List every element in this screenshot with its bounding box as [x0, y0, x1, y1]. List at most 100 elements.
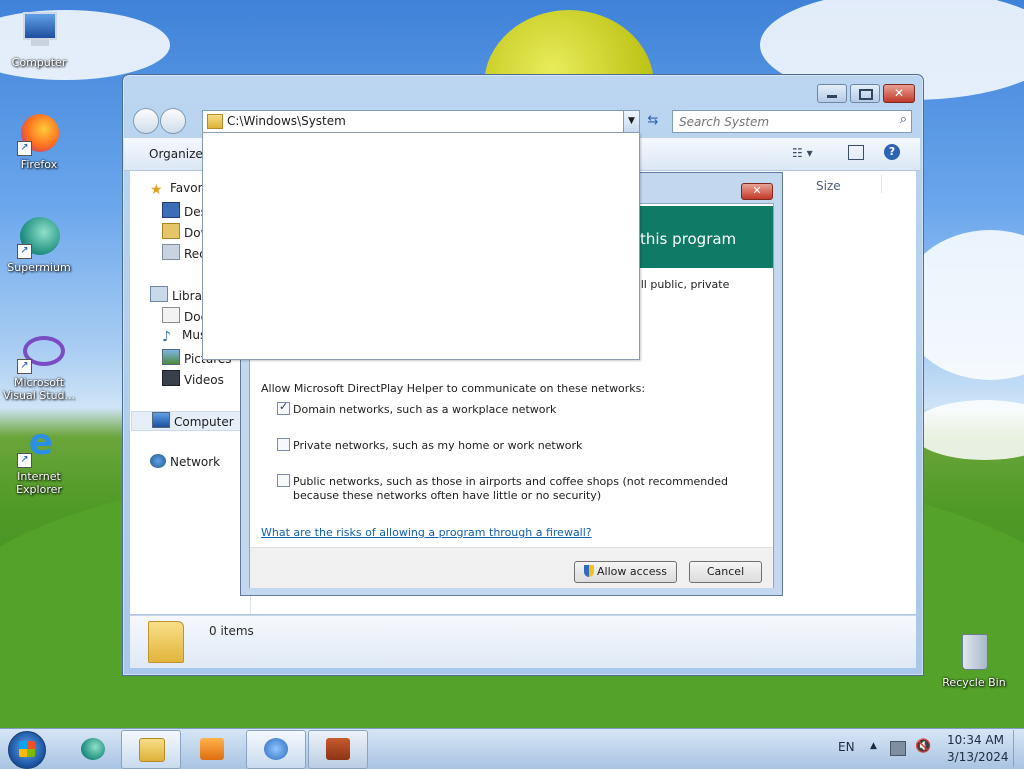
show-desktop-button[interactable] [1013, 730, 1024, 767]
libraries-icon [150, 286, 168, 302]
shortcut-arrow-icon: ↗ [17, 244, 32, 259]
desktop-icon-label: Recycle Bin [942, 676, 1006, 689]
desktop-icon-label: Microsoft Visual Stud... [2, 376, 76, 402]
desktop-icon-label: Computer [11, 56, 67, 69]
folder-icon [148, 621, 184, 663]
shortcut-arrow-icon: ↗ [17, 141, 32, 156]
recycle-bin-icon [952, 630, 996, 674]
computer-icon [17, 10, 61, 54]
networks-label: Allow Microsoft DirectPlay Helper to com… [261, 382, 646, 395]
address-dropdown-button[interactable]: ▼ [623, 111, 639, 132]
desktop-icon-internet-explorer[interactable]: e ↗ Internet Explorer [0, 424, 79, 497]
checkbox-checked[interactable] [277, 400, 290, 415]
chevron-down-icon: ▾ [806, 146, 813, 160]
view-options-button[interactable]: ☷ ▾ [792, 146, 813, 160]
shortcut-arrow-icon: ↗ [17, 453, 32, 468]
checkbox-private-networks[interactable]: Private networks, such as my home or wor… [277, 438, 582, 452]
dialog-description: all public, private [634, 278, 730, 291]
desktop-icon [162, 202, 180, 218]
search-icon: ⌕ [899, 112, 907, 127]
pictures-icon [162, 349, 180, 365]
desktop-icon-recycle-bin[interactable]: Recycle Bin [934, 630, 1014, 689]
supermium-icon [81, 738, 105, 760]
firefox-icon: ↗ [17, 112, 61, 156]
dialog-title: this program [640, 230, 737, 248]
dialog-footer: Allow access Cancel [250, 547, 773, 588]
organize-button[interactable]: Organize [149, 147, 203, 161]
taskbar-network-app[interactable] [246, 730, 306, 769]
help-button[interactable]: ? [884, 144, 900, 160]
dialog-close-button[interactable]: ✕ [741, 183, 773, 200]
checkbox-unchecked[interactable] [277, 438, 290, 451]
taskbar-firewall[interactable] [308, 730, 368, 769]
chevron-down-icon: ▼ [628, 116, 635, 126]
close-icon: ✕ [752, 184, 762, 197]
videos-icon [162, 370, 180, 386]
start-button[interactable] [8, 731, 46, 769]
folder-icon [207, 114, 223, 129]
preview-pane-button[interactable] [848, 145, 864, 160]
desktop-icon-supermium[interactable]: ↗ Supermium [0, 215, 79, 274]
desktop-icon-label: Internet Explorer [16, 470, 62, 496]
language-indicator[interactable]: EN [838, 740, 855, 754]
back-button[interactable] [133, 108, 159, 134]
cloud [910, 400, 1024, 460]
documents-icon [162, 307, 180, 323]
checkbox-unchecked[interactable] [277, 474, 290, 487]
checkbox-domain-networks[interactable]: Domain networks, such as a workplace net… [277, 400, 556, 416]
music-icon: ♪ [162, 329, 171, 345]
show-hidden-icons-button[interactable]: ▲ [870, 741, 877, 751]
column-header-size[interactable]: Size [816, 179, 841, 193]
clock-date[interactable]: 3/13/2024 [947, 750, 1009, 764]
help-icon: ? [888, 145, 896, 158]
media-player-icon [200, 738, 224, 760]
desktop-icon-firefox[interactable]: ↗ Firefox [0, 112, 79, 171]
nav-network[interactable]: Network [150, 454, 220, 472]
forward-button[interactable] [160, 108, 186, 134]
desktop: Computer ↗ Firefox ↗ Supermium ↗ Microso… [0, 0, 1024, 728]
details-pane: 0 items [130, 615, 916, 668]
taskbar: EN ▲ 🔇 10:34 AM 3/13/2024 [0, 728, 1024, 769]
clock-time[interactable]: 10:34 AM [947, 733, 1004, 747]
desktop-icon-visual-studio[interactable]: ↗ Microsoft Visual Stud... [0, 330, 79, 402]
firewall-icon [326, 738, 350, 760]
internet-explorer-icon: e ↗ [17, 424, 61, 468]
checkbox-public-networks[interactable]: Public networks, such as those in airpor… [277, 474, 728, 502]
firewall-risks-link[interactable]: What are the risks of allowing a program… [261, 526, 592, 539]
supermium-icon: ↗ [17, 215, 61, 259]
desktop-icon-label: Supermium [7, 261, 71, 274]
close-icon: ✕ [893, 86, 905, 100]
network-icon [150, 454, 166, 468]
cancel-button[interactable]: Cancel [689, 561, 762, 583]
network-tray-icon[interactable] [890, 741, 906, 756]
network-users-icon [264, 738, 288, 760]
address-path: C:\Windows\System [227, 114, 346, 128]
address-dropdown-list[interactable] [202, 132, 640, 360]
desktop-icon-computer[interactable]: Computer [0, 10, 79, 69]
star-icon: ★ [150, 182, 163, 198]
refresh-button[interactable]: ⇆ [642, 110, 664, 131]
minimize-button[interactable] [817, 84, 847, 103]
search-input[interactable] [677, 113, 886, 130]
address-bar[interactable]: C:\Windows\System ▼ [202, 110, 640, 133]
shortcut-arrow-icon: ↗ [17, 359, 32, 374]
taskbar-media-player[interactable] [182, 730, 242, 769]
nav-videos[interactable]: Videos [162, 370, 224, 388]
windows-logo-icon [19, 741, 35, 757]
taskbar-supermium[interactable] [63, 730, 123, 769]
refresh-icon: ⇆ [647, 113, 659, 128]
column-divider[interactable] [881, 175, 882, 193]
close-button[interactable]: ✕ [883, 84, 915, 103]
allow-access-button[interactable]: Allow access [574, 561, 677, 583]
view-list-icon: ☷ [792, 146, 803, 160]
search-box[interactable]: ⌕ [672, 110, 912, 133]
taskbar-explorer[interactable] [121, 730, 181, 769]
visual-studio-icon: ↗ [17, 330, 65, 374]
uac-shield-icon [584, 565, 595, 577]
maximize-icon [859, 89, 873, 100]
volume-muted-icon[interactable]: 🔇 [915, 739, 931, 754]
downloads-icon [162, 223, 180, 239]
maximize-button[interactable] [850, 84, 880, 103]
checkbox-label-continued: because these networks often have little… [293, 489, 602, 502]
item-count: 0 items [209, 624, 254, 638]
